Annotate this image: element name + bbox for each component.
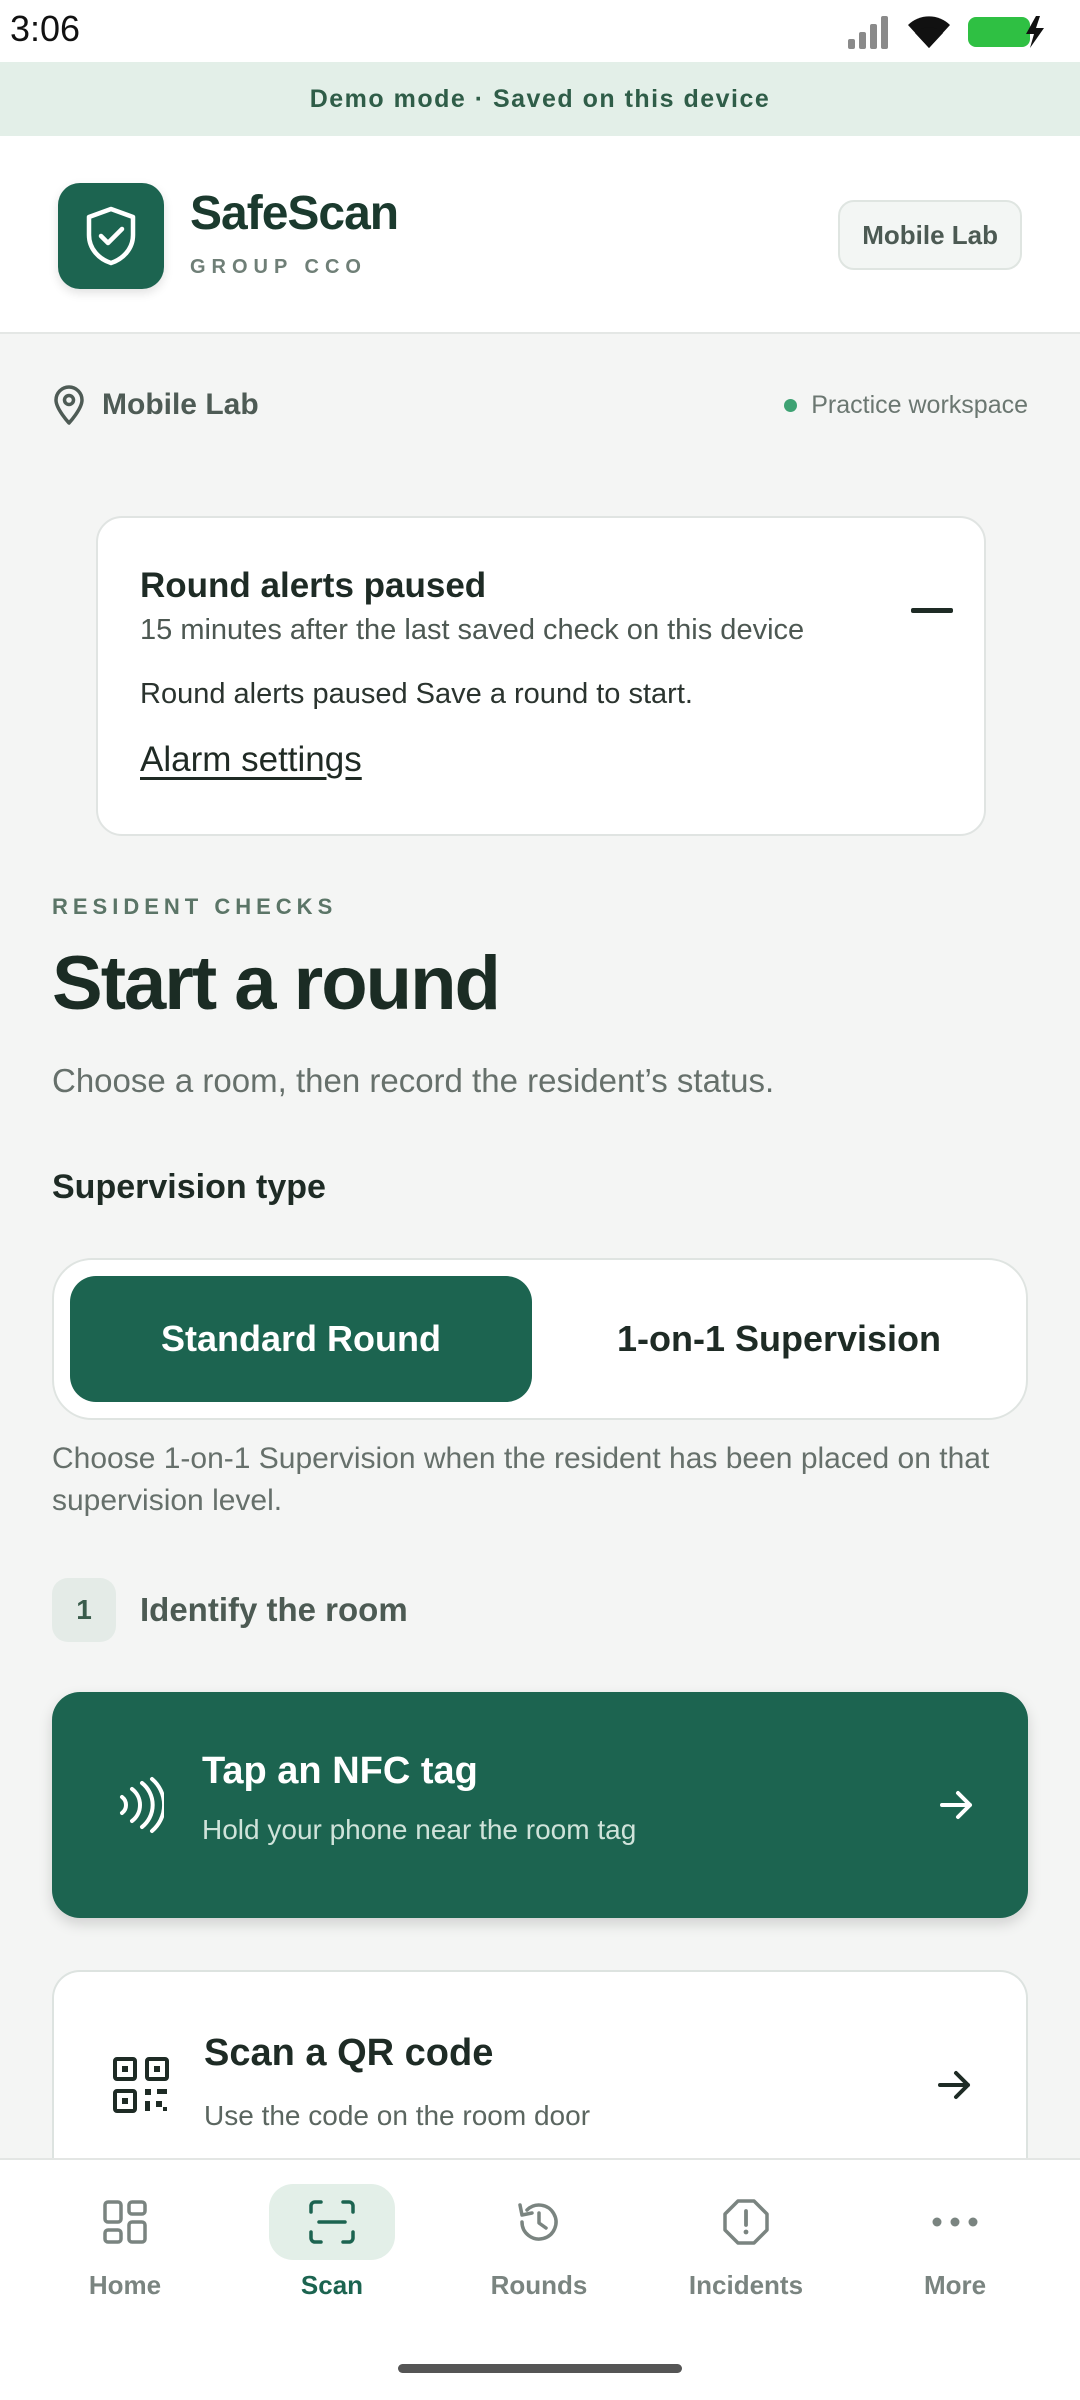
app-logo <box>58 183 164 289</box>
wifi-icon <box>908 16 950 48</box>
nfc-icon <box>104 1770 174 1840</box>
tap-nfc-tag-button[interactable]: Tap an NFC tag Hold your phone near the … <box>52 1692 1028 1918</box>
status-bar: 3:06 <box>0 0 1080 62</box>
alert-subtitle: 15 minutes after the last saved check on… <box>140 614 805 646</box>
nfc-card-subtitle: Hold your phone near the room tag <box>202 1814 637 1845</box>
alert-message: Round alerts paused Save a round to star… <box>140 678 693 710</box>
round-alert-card: Round alerts paused 15 minutes after the… <box>96 516 986 836</box>
step-label: Identify the room <box>140 1591 408 1628</box>
home-indicator[interactable] <box>398 2364 682 2373</box>
demo-mode-banner: Demo mode · Saved on this device <box>0 62 1080 136</box>
alert-title: Round alerts paused <box>140 566 487 605</box>
minus-icon <box>911 607 953 613</box>
location-row: Mobile Lab Practice workspace <box>52 380 1028 430</box>
location-name: Mobile Lab <box>102 388 259 421</box>
nav-home[interactable]: Home <box>50 2184 200 2334</box>
nav-incidents[interactable]: Incidents <box>671 2184 821 2334</box>
section-eyebrow: RESIDENT CHECKS <box>52 894 338 919</box>
workspace-chip-label: Mobile Lab <box>862 219 998 250</box>
page-title: Start a round <box>52 941 501 1026</box>
practice-workspace-indicator: Practice workspace <box>784 391 1028 420</box>
qr-card-title: Scan a QR code <box>204 2032 494 2074</box>
one-on-one-supervision-label: 1-on-1 Supervision <box>616 1318 942 1359</box>
supervision-type-toggle: Standard Round 1-on-1 Supervision <box>52 1258 1028 1420</box>
collapse-button[interactable] <box>910 588 954 632</box>
alert-octagon-icon <box>723 2199 769 2245</box>
app-header: SafeScan GROUP CCO Mobile Lab <box>0 136 1080 334</box>
nav-scan[interactable]: Scan <box>257 2184 407 2334</box>
more-dots-icon <box>932 2217 978 2227</box>
home-grid-icon <box>103 2200 147 2244</box>
supervision-type-label: Supervision type <box>52 1168 326 1206</box>
status-dot <box>784 398 798 412</box>
signal-icon <box>848 16 888 49</box>
status-icons <box>846 12 1050 52</box>
nav-rounds-label: Rounds <box>490 2270 588 2300</box>
scan-icon <box>309 2200 355 2244</box>
nav-incidents-label: Incidents <box>688 2270 804 2300</box>
standard-round-option[interactable]: Standard Round <box>70 1276 532 1402</box>
workspace-chip[interactable]: Mobile Lab <box>838 200 1022 270</box>
status-time: 3:06 <box>10 8 81 49</box>
shield-check-icon <box>86 206 136 266</box>
step-identify-room: 1 Identify the room <box>52 1578 408 1642</box>
step-number-badge: 1 <box>52 1578 116 1642</box>
scan-qr-code-button[interactable]: Scan a QR code Use the code on the room … <box>52 1970 1028 2190</box>
qr-code-icon <box>106 2050 176 2120</box>
page-lead: Choose a room, then record the resident’… <box>52 1062 775 1099</box>
alarm-settings-link[interactable]: Alarm settings <box>140 740 362 780</box>
nav-home-label: Home <box>88 2270 162 2300</box>
battery-charging-icon <box>968 16 1044 48</box>
history-icon <box>518 2203 558 2241</box>
arrow-right-icon <box>940 1791 972 1819</box>
one-on-one-supervision-option[interactable]: 1-on-1 Supervision <box>544 1276 1014 1402</box>
nav-more-label: More <box>923 2270 987 2300</box>
brand-name: SafeScan <box>190 187 399 240</box>
standard-round-label: Standard Round <box>161 1318 441 1359</box>
supervision-helper-text: Choose 1-on-1 Supervision when the resid… <box>52 1442 990 1517</box>
demo-mode-text: Demo mode · Saved on this device <box>309 84 771 113</box>
nav-scan-label: Scan <box>300 2270 364 2300</box>
nav-more[interactable]: More <box>880 2184 1030 2334</box>
brand-subtitle: GROUP CCO <box>190 256 367 278</box>
practice-workspace-label: Practice workspace <box>811 390 1028 419</box>
map-pin-icon <box>54 385 84 425</box>
qr-card-subtitle: Use the code on the room door <box>204 2100 591 2131</box>
nav-rounds[interactable]: Rounds <box>464 2184 614 2334</box>
arrow-right-icon <box>938 2071 970 2099</box>
nfc-card-title: Tap an NFC tag <box>202 1750 478 1792</box>
